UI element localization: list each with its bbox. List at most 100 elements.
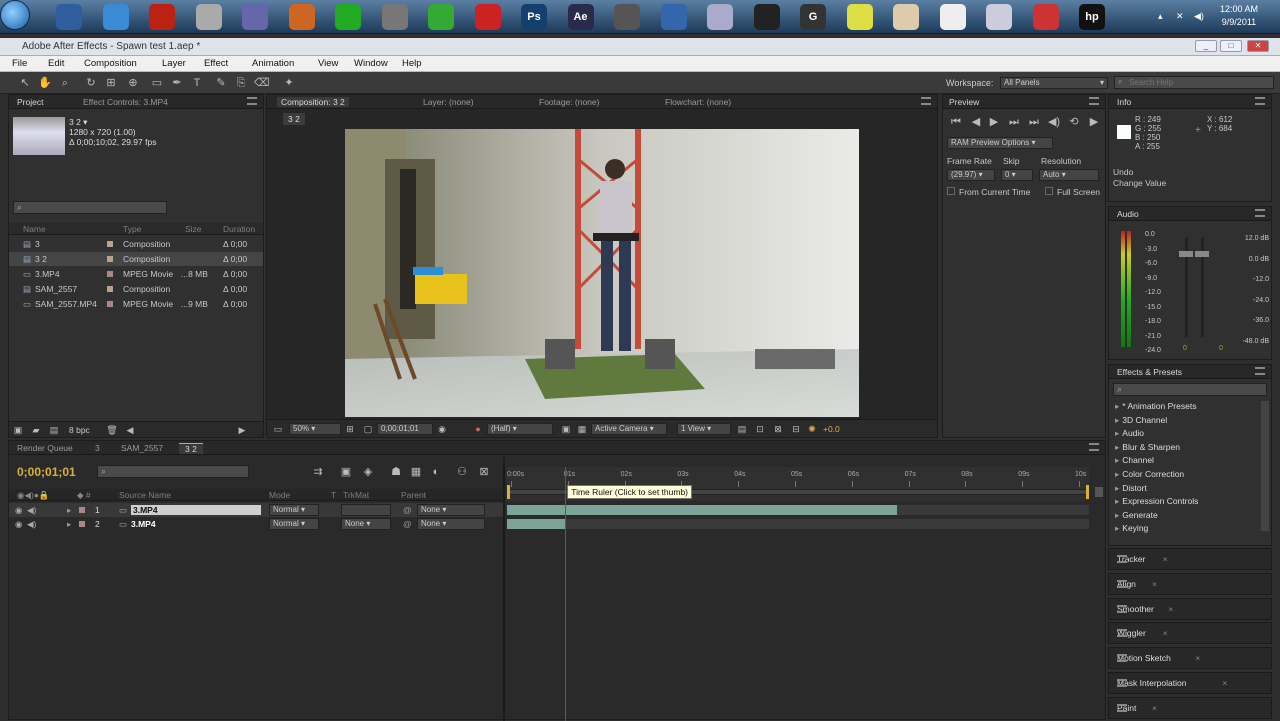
panel-menu-icon[interactable] — [1255, 97, 1265, 105]
network-icon[interactable] — [242, 4, 268, 30]
panel-menu-icon[interactable] — [1117, 654, 1127, 663]
g-app-icon[interactable]: G — [800, 4, 826, 30]
maximize-button[interactable]: □ — [1220, 40, 1242, 52]
audio-icon[interactable]: ◀) — [27, 505, 36, 516]
audio-title[interactable]: Audio — [1117, 209, 1139, 219]
panel-motion-sketch[interactable]: Motion Sketch × — [1108, 647, 1272, 670]
photoshop-icon[interactable]: Ps — [521, 4, 547, 30]
timeline-timecode[interactable]: 0;00;01;01 — [17, 465, 76, 479]
effects-category[interactable]: ▸ Keying — [1115, 523, 1148, 533]
always-preview-icon[interactable]: ▭ — [271, 422, 285, 436]
shy-icon[interactable]: ☗ — [389, 465, 403, 479]
last-frame-icon[interactable]: ⏭ — [1027, 115, 1041, 129]
effects-category[interactable]: ▸ Expression Controls — [1115, 496, 1198, 507]
dvd-icon[interactable] — [195, 4, 222, 30]
chrome-icon[interactable] — [846, 4, 873, 30]
camera-select[interactable]: Active Camera ▾ — [591, 423, 667, 435]
close-icon[interactable]: × — [1168, 604, 1173, 614]
after-effects-icon[interactable]: Ae — [567, 4, 594, 30]
project-item[interactable]: ▤ 3 Composition Δ 0;00 — [9, 237, 263, 251]
effects-title[interactable]: Effects & Presets — [1117, 367, 1182, 377]
effects-category[interactable]: ▸ Color Correction — [1115, 469, 1184, 480]
effects-category[interactable]: ▸ Channel — [1115, 455, 1154, 466]
live-update-icon[interactable]: ▣ — [339, 465, 353, 479]
label-swatch[interactable] — [107, 271, 113, 277]
tab-comp-sam[interactable]: SAM_2557 — [121, 443, 163, 453]
mute-audio-icon[interactable]: ◀) — [1047, 115, 1061, 129]
project-item[interactable]: ▭ SAM_2557.MP4 MPEG Movie ...9 MB Δ 0;00 — [9, 297, 263, 311]
trash-icon[interactable]: 🗑 — [105, 423, 119, 437]
mode-select[interactable]: Normal ▾ — [269, 504, 319, 516]
grid-app-icon[interactable] — [614, 4, 640, 30]
col-parent[interactable]: Parent — [401, 490, 426, 500]
graph-editor-icon[interactable]: ⊠ — [477, 465, 491, 479]
exposure-value[interactable]: +0.0 — [823, 424, 840, 434]
panel-menu-icon[interactable] — [1089, 443, 1099, 451]
tab-comp-3[interactable]: 3 — [95, 443, 100, 453]
ram-preview-icon[interactable]: ▶ — [1087, 115, 1101, 129]
project-item[interactable]: ▤ SAM_2557 Composition Δ 0;00 — [9, 282, 263, 296]
close-icon[interactable]: × — [1152, 703, 1157, 713]
tab-footage[interactable]: Footage: (none) — [539, 97, 599, 107]
label-swatch[interactable] — [79, 507, 85, 513]
menu-view[interactable]: View — [318, 58, 338, 69]
effects-category[interactable]: ▸ 3D Channel — [1115, 415, 1167, 426]
label-swatch[interactable] — [107, 241, 113, 247]
layer-name[interactable]: 3.MP4 — [131, 519, 156, 529]
media-player-icon[interactable] — [149, 4, 175, 30]
effects-category[interactable]: ▸ Blur & Sharpen — [1115, 442, 1180, 453]
network-tray-icon[interactable]: ✕ — [1176, 11, 1184, 22]
menu-layer[interactable]: Layer — [162, 58, 186, 69]
panel-tracker[interactable]: Tracker × — [1108, 548, 1272, 570]
brainstorm-icon[interactable]: ⚇ — [455, 465, 469, 479]
roi-icon[interactable]: ▣ — [559, 422, 573, 436]
scroll-right-icon[interactable]: ▶ — [235, 423, 249, 437]
workspace-select[interactable]: All Panels ▾ — [1000, 77, 1108, 89]
menu-file[interactable]: File — [12, 58, 27, 69]
expand-triangle-icon[interactable]: ▸ — [1115, 496, 1119, 506]
expand-triangle-icon[interactable]: ▸ — [1115, 455, 1119, 465]
zoom-slider-icon[interactable] — [1095, 487, 1103, 497]
folder-icon[interactable] — [893, 4, 919, 30]
safe-margins-icon[interactable]: ⊞ — [343, 422, 357, 436]
tab-composition[interactable]: Composition: 3 2 — [277, 97, 349, 107]
expand-triangle-icon[interactable]: ▸ — [1115, 442, 1119, 452]
label-swatch[interactable] — [107, 286, 113, 292]
work-area-start-handle[interactable] — [507, 485, 510, 499]
panel-menu-icon[interactable] — [1117, 579, 1127, 588]
timeline-icon[interactable]: ⊠ — [771, 422, 785, 436]
close-icon[interactable]: × — [1163, 554, 1168, 564]
comp-mini-flowchart-icon[interactable]: ⇉ — [311, 465, 325, 479]
layer-row[interactable]: ◉ ◀) ▸ 1 ▭ 3.MP4 Normal ▾ @ None ▾ — [9, 503, 503, 517]
panel-menu-icon[interactable] — [1117, 679, 1127, 687]
preview-title[interactable]: Preview — [949, 97, 979, 107]
globe-icon[interactable] — [660, 4, 687, 30]
new-comp-icon[interactable]: ▤ — [47, 423, 61, 437]
tab-layer[interactable]: Layer: (none) — [423, 97, 474, 107]
col-t[interactable]: T — [331, 490, 336, 500]
panel-align[interactable]: Align × — [1108, 572, 1272, 595]
pickwhip-icon[interactable]: @ — [403, 505, 412, 515]
window-icon[interactable] — [986, 4, 1012, 30]
menu-animation[interactable]: Animation — [252, 58, 294, 69]
puppet-tool-icon[interactable]: ✦ — [282, 76, 296, 90]
close-icon[interactable]: × — [1195, 653, 1200, 663]
zoom-tool-icon[interactable]: ⌕ — [58, 76, 72, 90]
close-button[interactable]: ✕ — [1247, 40, 1269, 52]
rectangle-tool-icon[interactable]: ▭ — [150, 76, 164, 90]
col-duration[interactable]: Duration — [223, 224, 255, 234]
pickwhip-icon[interactable]: @ — [403, 519, 412, 529]
close-icon[interactable]: × — [1222, 678, 1227, 688]
eye-icon[interactable]: ◉ — [15, 519, 22, 530]
skip-select[interactable]: 0 ▾ — [1001, 169, 1033, 181]
piano-icon[interactable] — [939, 4, 966, 30]
expand-triangle-icon[interactable]: ▸ — [1115, 523, 1119, 533]
composition-viewer[interactable] — [345, 129, 859, 417]
chrome-download-icon[interactable] — [56, 4, 82, 30]
pen-tool-icon[interactable]: ✒ — [170, 76, 184, 90]
chevron-up-icon[interactable]: ▴ — [1158, 11, 1163, 22]
motion-blur-icon[interactable]: ◐ — [429, 465, 443, 479]
panel-paint[interactable]: Paint × — [1108, 696, 1272, 719]
toggle-pixel-icon[interactable]: ▤ — [735, 422, 749, 436]
fast-preview-icon[interactable]: ⊡ — [753, 422, 767, 436]
